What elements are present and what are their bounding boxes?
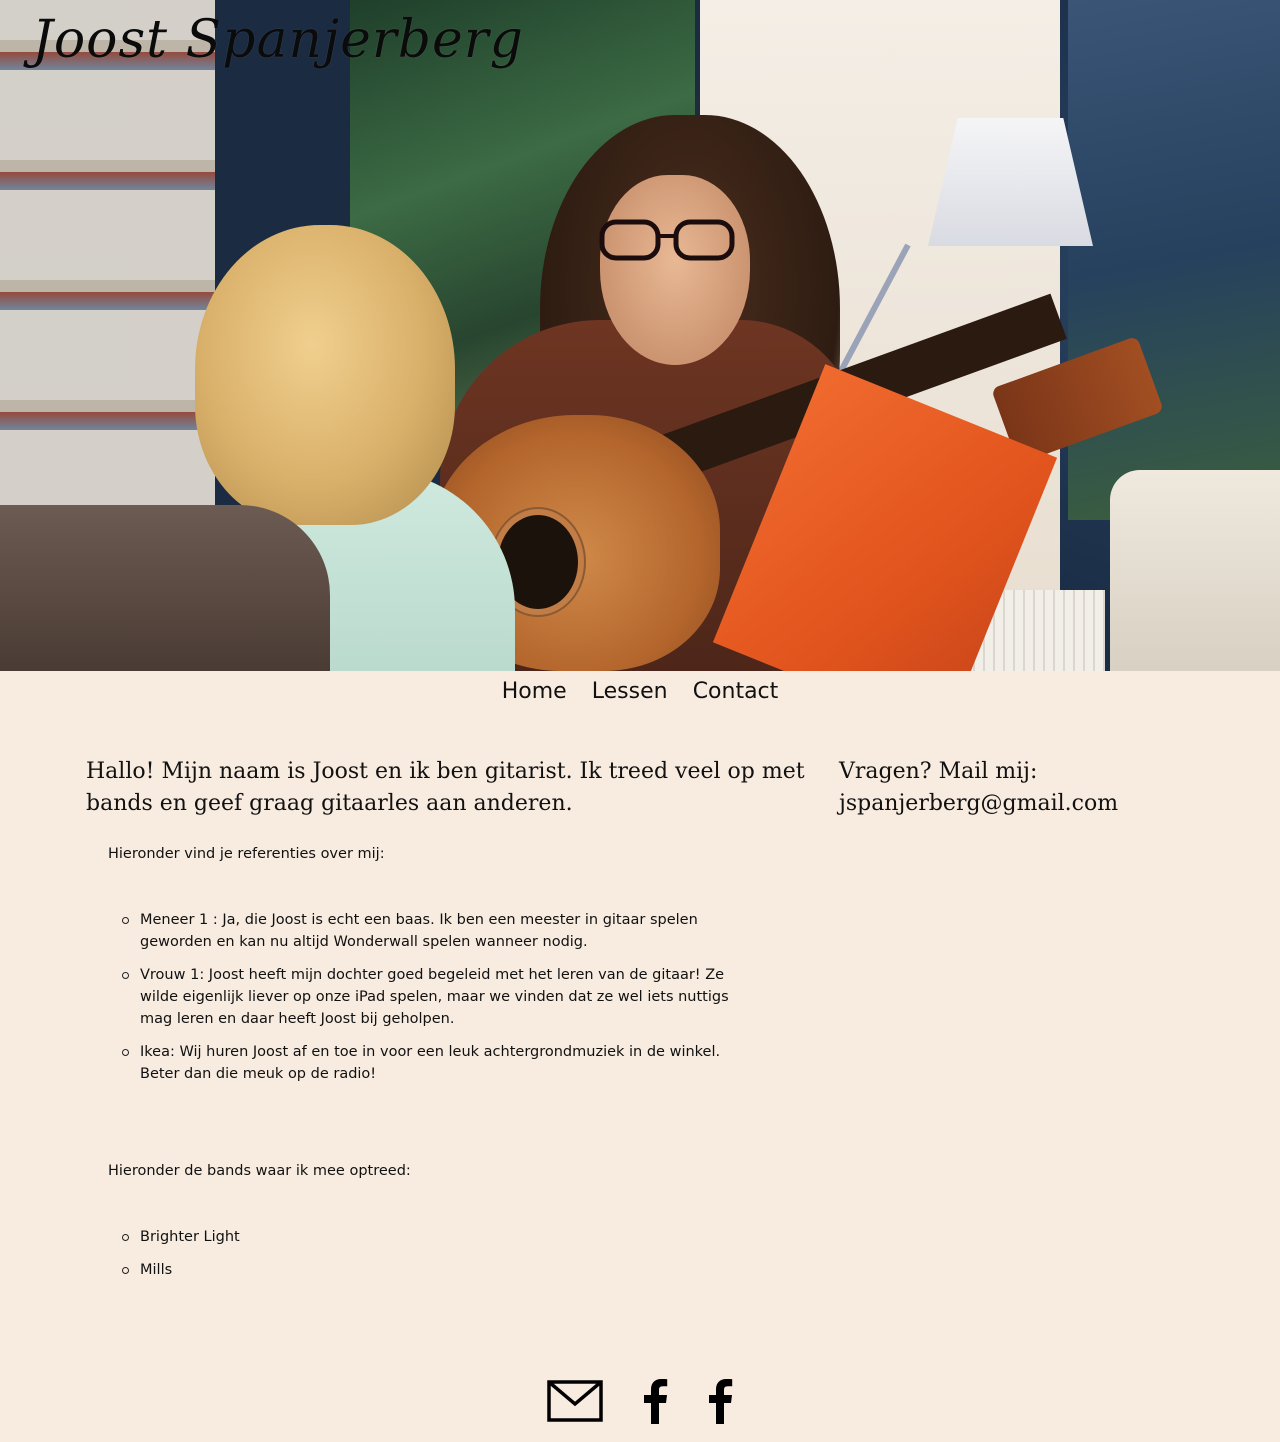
guitarist-face <box>600 175 750 365</box>
list-item: Vrouw 1: Joost heeft mijn dochter goed b… <box>122 964 760 1030</box>
armchair-right <box>1110 470 1280 671</box>
contact-block: Vragen? Mail mij: jspanjerberg@gmail.com <box>839 756 1199 820</box>
contact-label: Vragen? Mail mij: <box>839 759 1038 784</box>
list-item: Brighter Light <box>122 1226 760 1248</box>
references-intro: Hieronder vind je referenties over mij: <box>108 846 385 862</box>
contact-email[interactable]: jspanjerberg@gmail.com <box>839 791 1118 816</box>
bands-intro: Hieronder de bands waar ik mee optreed: <box>108 1163 411 1179</box>
intro-text: Hallo! Mijn naam is Joost en ik ben gita… <box>86 759 805 816</box>
list-item: Ikea: Wij huren Joost af en toe in voor … <box>122 1041 760 1085</box>
list-item: Mills <box>122 1259 760 1281</box>
facebook-icon[interactable] <box>707 1378 733 1428</box>
bookshelf <box>0 0 215 520</box>
hero-photo: Joost Spanjerberg <box>0 0 1280 671</box>
mail-icon[interactable] <box>547 1380 603 1426</box>
facebook-icon[interactable] <box>642 1378 668 1428</box>
footer-social <box>0 1378 1280 1430</box>
chair-left <box>0 505 330 671</box>
window-right <box>1068 0 1280 520</box>
list-item: Meneer 1 : Ja, die Joost is echt een baa… <box>122 909 760 953</box>
main-nav: Home Lessen Contact <box>0 671 1280 717</box>
glasses-icon <box>599 219 735 261</box>
references-list: Meneer 1 : Ja, die Joost is echt een baa… <box>108 909 760 1096</box>
nav-home[interactable]: Home <box>502 679 567 704</box>
bands-list: Brighter Light Mills <box>108 1226 760 1292</box>
student-hair <box>195 225 455 525</box>
nav-lessen[interactable]: Lessen <box>592 679 668 704</box>
nav-contact[interactable]: Contact <box>693 679 779 704</box>
site-title: Joost Spanjerberg <box>32 10 524 70</box>
